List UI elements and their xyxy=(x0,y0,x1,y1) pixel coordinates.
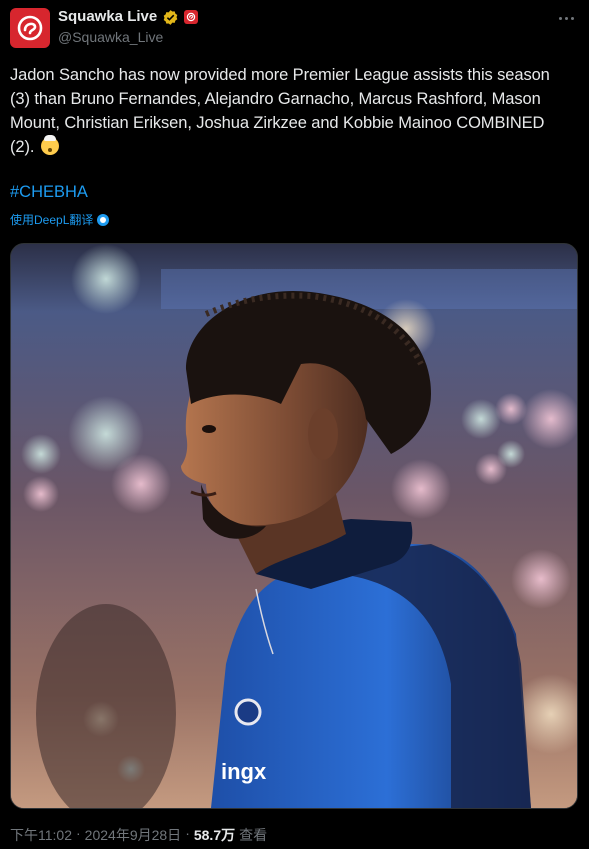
squawka-logo-icon xyxy=(17,15,43,41)
meta-separator-2: · xyxy=(185,825,190,841)
views-count[interactable]: 58.7万 xyxy=(194,825,235,845)
hashtag-link[interactable]: #CHEBHA xyxy=(10,183,88,202)
tweet-date[interactable]: 2024年9月28日 xyxy=(85,825,182,845)
tweet-time[interactable]: 下午11:02 xyxy=(10,825,72,845)
exploding-head-emoji xyxy=(40,135,59,155)
verified-badge-icon[interactable] xyxy=(162,9,179,26)
avatar[interactable] xyxy=(10,8,50,48)
affiliate-badge-icon[interactable] xyxy=(184,10,199,24)
translate-label: 使用DeepL翻译 xyxy=(10,213,94,227)
name-row: Squawka Live xyxy=(58,8,199,26)
translate-link[interactable]: 使用DeepL翻译 xyxy=(10,211,110,228)
tweet-body: Jadon Sancho has now provided more Premi… xyxy=(10,66,550,156)
player-photo: ingx xyxy=(11,244,577,808)
deepl-icon xyxy=(97,213,110,226)
more-options-button[interactable] xyxy=(554,6,578,30)
tweet: Squawka Live @Squawka_Live Jadon Sancho … xyxy=(0,0,589,849)
handle[interactable]: @Squawka_Live xyxy=(58,29,163,45)
tweet-text: Jadon Sancho has now provided more Premi… xyxy=(10,63,570,159)
tweet-meta: 下午11:02 · 2024年9月28日 · 58.7万 查看 xyxy=(10,825,267,845)
meta-separator: · xyxy=(76,825,81,841)
views-label: 查看 xyxy=(239,827,268,843)
shirt-sponsor-text: ingx xyxy=(221,759,267,784)
tweet-photo[interactable]: ingx xyxy=(10,243,578,809)
display-name[interactable]: Squawka Live xyxy=(58,8,157,26)
more-dots-icon xyxy=(558,16,562,20)
